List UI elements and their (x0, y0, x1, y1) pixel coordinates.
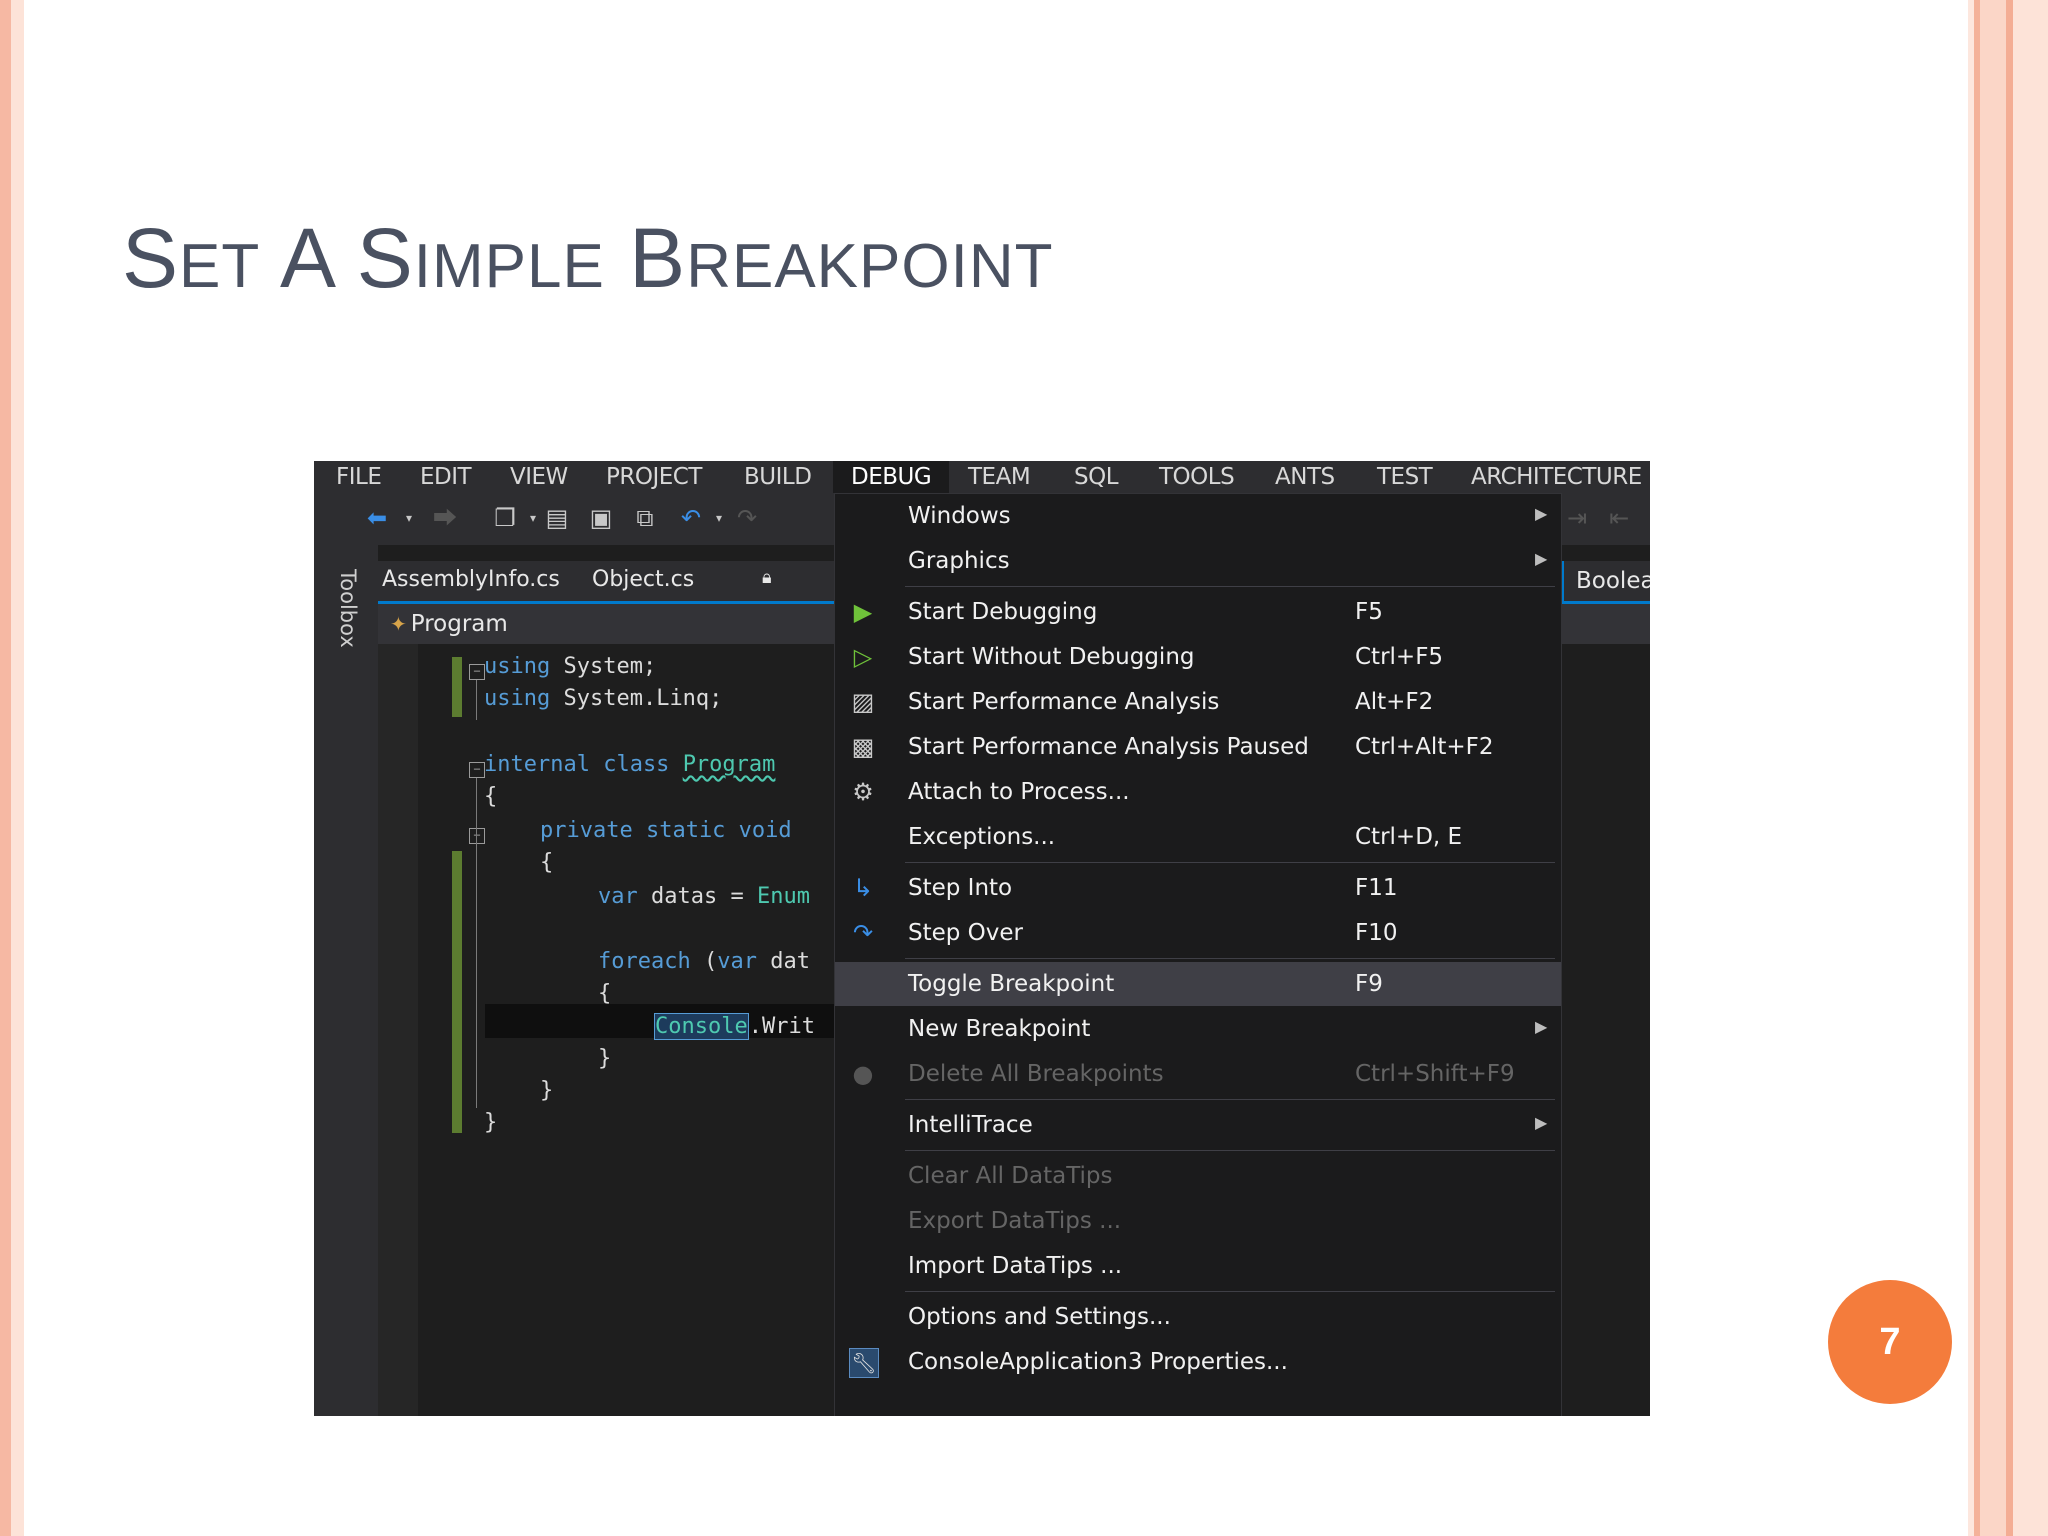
debug-menu: Windows ▶ Graphics ▶ ▶ Start Debugging F… (834, 493, 1562, 1416)
menu-separator (905, 958, 1555, 959)
menu-view[interactable]: VIEW (510, 461, 568, 493)
code-line: } (598, 1046, 612, 1071)
toolbox-strip (314, 545, 378, 1416)
dropdown-arrow-icon[interactable]: ▾ (396, 505, 422, 531)
tab-assemblyinfo[interactable]: AssemblyInfo.cs (382, 567, 560, 592)
slide-border-right (1968, 0, 2048, 1536)
menu-file[interactable]: FILE (336, 461, 382, 493)
title-word: BREAKPOINT (629, 211, 1054, 305)
menu-architecture[interactable]: ARCHITECTURE (1471, 461, 1642, 493)
code-line: using System.Linq; (484, 686, 723, 711)
menu-item-intellitrace[interactable]: IntelliTrace ▶ (835, 1103, 1561, 1147)
menu-separator (905, 1099, 1555, 1100)
menu-item-windows[interactable]: Windows ▶ (835, 494, 1561, 538)
menu-item-start-performance-analysis-paused[interactable]: ▩ Start Performance Analysis Paused Ctrl… (835, 725, 1561, 769)
code-line: internal class Program (484, 752, 776, 777)
menu-item-step-into[interactable]: ↳ Step Into F11 (835, 866, 1561, 910)
code-line: var datas = Enum (598, 884, 810, 909)
menu-edit[interactable]: EDIT (420, 461, 472, 493)
slide-title: SET A SIMPLE BREAKPOINT (122, 210, 1053, 307)
code-line: using System; (484, 654, 657, 679)
title-word: SIMPLE (356, 211, 605, 305)
menu-item-options-and-settings[interactable]: Options and Settings... (835, 1295, 1561, 1339)
dropdown-arrow-icon[interactable]: ▾ (520, 505, 546, 531)
submenu-arrow-icon: ▶ (1535, 549, 1548, 568)
toolbar-icon[interactable]: ⇥ (1564, 505, 1590, 531)
menu-debug[interactable]: DEBUG (833, 461, 950, 493)
menu-sql[interactable]: SQL (1074, 461, 1119, 493)
toolbar-icon[interactable]: ⇤ (1606, 505, 1632, 531)
menu-ants[interactable]: ANTS (1275, 461, 1335, 493)
menu-item-start-performance-analysis[interactable]: ▨ Start Performance Analysis Alt+F2 (835, 680, 1561, 724)
menu-project[interactable]: PROJECT (606, 461, 702, 493)
menu-item-toggle-breakpoint[interactable]: Toggle Breakpoint F9 (835, 962, 1561, 1006)
title-word: SET (122, 211, 261, 305)
menu-item-import-datatips[interactable]: Import DataTips ... (835, 1244, 1561, 1288)
code-line: foreach (var dat (598, 949, 810, 974)
title-word: A (279, 211, 333, 305)
navigate-back-icon[interactable]: ⬅ (364, 505, 390, 531)
menu-item-start-without-debugging[interactable]: ▷ Start Without Debugging Ctrl+F5 (835, 635, 1561, 679)
menu-bar: FILE EDIT VIEW PROJECT BUILD DEBUG TEAM … (314, 461, 1650, 493)
wrench-icon: 🔧︎ (849, 1348, 879, 1378)
ide-screenshot: FILE EDIT VIEW PROJECT BUILD DEBUG TEAM … (314, 461, 1650, 1416)
class-dropdown[interactable]: ✦ Program (390, 611, 508, 637)
menu-item-exceptions[interactable]: Exceptions... Ctrl+D, E (835, 815, 1561, 859)
performance-icon: ▨ (851, 688, 875, 716)
right-tab[interactable]: Boolea (1562, 561, 1650, 601)
undo-icon[interactable]: ↶ (678, 505, 704, 531)
menu-separator (905, 862, 1555, 863)
performance-paused-icon: ▩ (851, 733, 875, 761)
toolbox-tab[interactable]: Toolbox (336, 569, 360, 648)
code-line: } (484, 1110, 498, 1135)
menu-build[interactable]: BUILD (744, 461, 812, 493)
menu-item-start-debugging[interactable]: ▶ Start Debugging F5 (835, 590, 1561, 634)
step-over-icon: ↷ (852, 919, 874, 947)
code-line: } (540, 1078, 554, 1103)
code-line: { (540, 850, 554, 875)
menu-test[interactable]: TEST (1377, 461, 1433, 493)
slide-border-left (0, 0, 24, 1536)
code-editor[interactable]: using System; using System.Linq; interna… (454, 644, 874, 1416)
navigate-forward-icon[interactable]: ⮕ (432, 505, 458, 531)
menu-item-delete-all-breakpoints: ● Delete All Breakpoints Ctrl+Shift+F9 (835, 1052, 1561, 1096)
submenu-arrow-icon: ▶ (1535, 504, 1548, 523)
menu-tools[interactable]: TOOLS (1159, 461, 1235, 493)
submenu-arrow-icon: ▶ (1535, 1017, 1548, 1036)
tab-object[interactable]: Object.cs (592, 567, 694, 592)
step-into-icon: ↳ (852, 874, 874, 902)
menu-item-step-over[interactable]: ↷ Step Over F10 (835, 911, 1561, 955)
play-icon: ▶ (853, 598, 873, 626)
editor-margin (378, 644, 418, 1416)
gears-icon: ⚙ (852, 778, 874, 806)
code-line: { (484, 784, 498, 809)
submenu-arrow-icon: ▶ (1535, 1113, 1548, 1132)
selected-symbol[interactable]: Console (654, 1013, 749, 1040)
save-icon[interactable]: ▣ (588, 505, 614, 531)
menu-separator (905, 586, 1555, 587)
save-all-icon[interactable]: ⧉ (632, 505, 658, 531)
menu-item-attach-to-process[interactable]: ⚙ Attach to Process... (835, 770, 1561, 814)
menu-item-clear-all-datatips: Clear All DataTips (908, 1163, 1113, 1189)
dropdown-arrow-icon[interactable]: ▾ (706, 505, 732, 531)
menu-item-project-properties[interactable]: 🔧︎ ConsoleApplication3 Properties... (835, 1340, 1561, 1384)
menu-item-graphics[interactable]: Graphics ▶ (835, 539, 1561, 583)
open-file-icon[interactable]: ▤ (544, 505, 570, 531)
page-number-badge: 7 (1828, 1280, 1952, 1404)
lock-icon: 🔒︎ (762, 567, 772, 588)
delete-breakpoints-icon: ● (852, 1060, 874, 1088)
code-line: { (598, 981, 612, 1006)
redo-icon[interactable]: ↷ (734, 505, 760, 531)
menu-separator (905, 1291, 1555, 1292)
menu-item-export-datatips: Export DataTips ... (908, 1208, 1122, 1234)
class-icon: ✦ (390, 612, 407, 636)
menu-separator (905, 1150, 1555, 1151)
code-line: private static void (540, 818, 792, 843)
play-outline-icon: ▷ (853, 643, 873, 671)
new-project-icon[interactable]: ❐ (492, 505, 518, 531)
code-line: Console.Writ (654, 1013, 815, 1040)
menu-item-new-breakpoint[interactable]: New Breakpoint ▶ (835, 1007, 1561, 1051)
menu-team[interactable]: TEAM (968, 461, 1031, 493)
